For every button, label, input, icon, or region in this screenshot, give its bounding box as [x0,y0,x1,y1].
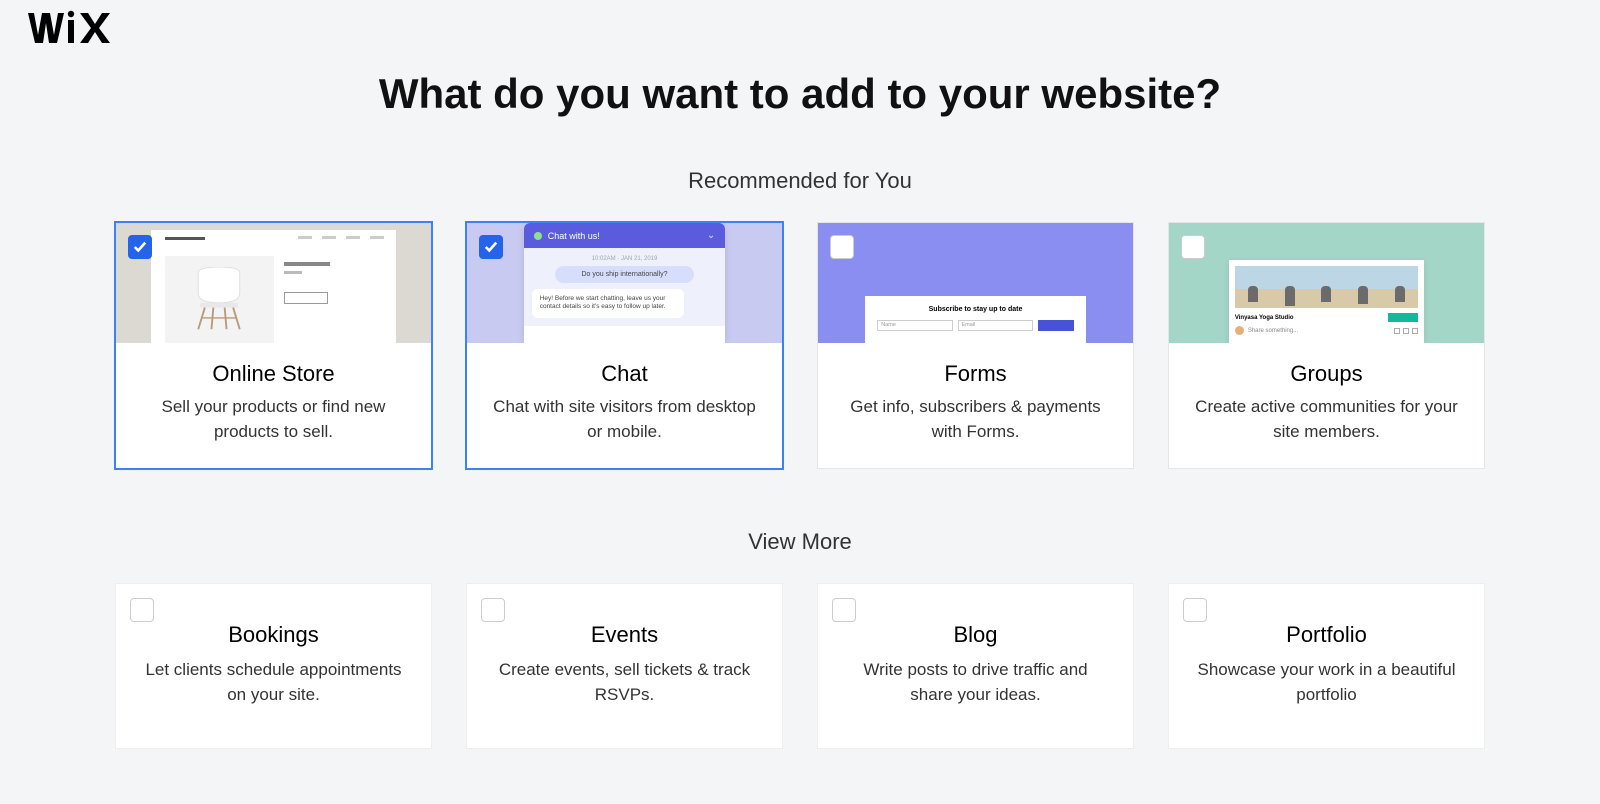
card-desc: Showcase your work in a beautiful portfo… [1197,658,1456,707]
card-online-store[interactable]: Online Store Sell your products or find … [115,222,432,469]
card-blog[interactable]: Blog Write posts to drive traffic and sh… [817,583,1134,748]
card-desc: Get info, subscribers & payments with Fo… [840,395,1111,444]
card-title: Bookings [144,622,403,648]
card-chat[interactable]: Chat with us! ⌄ 10:02AM · JAN 21, 2019 Do… [466,222,783,469]
chat-bubble-user: Do you ship internationally? [555,266,694,283]
card-title: Forms [840,361,1111,387]
share-placeholder: Share something... [1248,328,1298,334]
checkbox-bookings[interactable] [130,598,154,622]
card-desc: Create active communities for your site … [1191,395,1462,444]
more-grid: Bookings Let clients schedule appointmen… [115,583,1485,748]
form-submit-button [1038,320,1074,331]
form-name-input: Name [877,320,952,331]
form-title: Subscribe to stay up to date [877,306,1074,313]
card-title: Blog [846,622,1105,648]
form-email-input: Email [958,320,1033,331]
group-join-button [1388,313,1418,322]
card-desc: Write posts to drive traffic and share y… [846,658,1105,707]
checkbox-portfolio[interactable] [1183,598,1207,622]
card-desc: Let clients schedule appointments on you… [144,658,403,707]
checkbox-forms[interactable] [830,235,854,259]
card-title: Chat [489,361,760,387]
chair-icon [165,256,274,343]
card-title: Online Store [138,361,409,387]
chat-header-text: Chat with us! [548,231,600,241]
video-icon [1403,328,1409,334]
card-title: Events [495,622,754,648]
image-icon [1394,328,1400,334]
recommended-grid: Online Store Sell your products or find … [115,222,1485,469]
checkbox-online-store[interactable] [128,235,152,259]
chat-bubble-bot: Hey! Before we start chatting, leave us … [532,289,684,318]
avatar-icon [1235,326,1244,335]
card-events[interactable]: Events Create events, sell tickets & tra… [466,583,783,748]
group-name: Vinyasa Yoga Studio [1235,315,1294,321]
recommended-heading: Recommended for You [115,168,1485,194]
page-title: What do you want to add to your website? [115,70,1485,118]
card-desc: Chat with site visitors from desktop or … [489,395,760,444]
card-bookings[interactable]: Bookings Let clients schedule appointmen… [115,583,432,748]
checkbox-chat[interactable] [479,235,503,259]
preview-product-name [284,262,330,266]
group-photo-icon [1235,266,1418,308]
card-desc: Sell your products or find new products … [138,395,409,444]
view-more-heading: View More [115,529,1485,555]
chat-timestamp: 10:02AM · JAN 21, 2019 [532,256,718,262]
card-title: Portfolio [1197,622,1456,648]
card-groups[interactable]: Vinyasa Yoga Studio Share something... G… [1168,222,1485,469]
preview-groups: Vinyasa Yoga Studio Share something... [1169,223,1484,343]
card-desc: Create events, sell tickets & track RSVP… [495,658,754,707]
card-forms[interactable]: Subscribe to stay up to date Name Email … [817,222,1134,469]
checkbox-blog[interactable] [832,598,856,622]
card-title: Groups [1191,361,1462,387]
chevron-down-icon: ⌄ [707,230,715,241]
wix-logo[interactable] [28,10,120,46]
preview-forms: Subscribe to stay up to date Name Email [818,223,1133,343]
card-portfolio[interactable]: Portfolio Showcase your work in a beauti… [1168,583,1485,748]
checkbox-events[interactable] [481,598,505,622]
checkbox-groups[interactable] [1181,235,1205,259]
onboarding-container: What do you want to add to your website?… [115,0,1485,749]
preview-chat: Chat with us! ⌄ 10:02AM · JAN 21, 2019 Do… [467,223,782,343]
preview-online-store [116,223,431,343]
gif-icon [1412,328,1418,334]
